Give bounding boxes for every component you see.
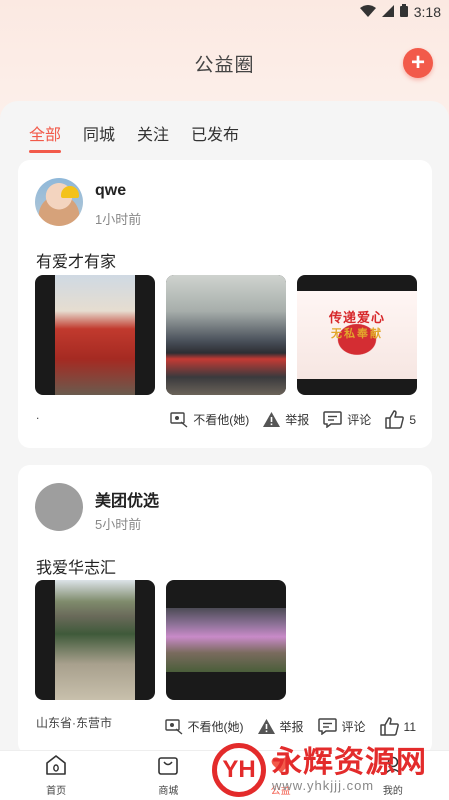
app-header: 公益圈 +: [0, 40, 449, 86]
hide-user-button[interactable]: 不看他(她): [164, 718, 244, 735]
comment-button[interactable]: 评论: [317, 718, 366, 735]
comment-icon: [323, 411, 343, 428]
comment-label: 评论: [347, 413, 372, 427]
avatar[interactable]: [35, 483, 83, 531]
battery-icon: [399, 4, 408, 20]
post-card[interactable]: 美团优选 5小时前 我爱华志汇 山东省·东营市 不看他(她) 举报 评论 11: [18, 465, 432, 755]
nav-label: 商城: [158, 786, 179, 797]
report-button[interactable]: 举报: [263, 411, 309, 428]
post-image[interactable]: [166, 580, 286, 700]
post-username[interactable]: qwe: [95, 182, 126, 200]
post-text: 我爱华志汇: [36, 560, 117, 577]
post-username[interactable]: 美团优选: [95, 487, 159, 511]
hide-label: 不看他(她): [187, 720, 244, 734]
status-time: 3:18: [413, 4, 441, 20]
status-bar: 3:18: [0, 0, 449, 24]
thumbs-up-icon: [385, 410, 405, 429]
nav-item-shop[interactable]: 商城: [123, 754, 213, 797]
report-label: 举报: [285, 413, 310, 427]
bag-icon: [157, 754, 179, 779]
home-icon: [45, 754, 67, 779]
report-label: 举报: [279, 720, 304, 734]
post-image[interactable]: [35, 275, 155, 395]
feed-tabs: 全部 同城 关注 已发布: [29, 121, 239, 153]
watermark: YH 永辉资源网 www.yhkjjj.com: [204, 740, 449, 800]
post-actions: 不看他(她) 举报 评论 5: [170, 410, 416, 429]
warning-icon: [263, 412, 281, 427]
like-button[interactable]: 5: [385, 410, 416, 429]
post-location: 山东省·东营市: [36, 716, 112, 730]
post-time: 5小时前: [95, 517, 142, 532]
post-location: .: [36, 408, 40, 422]
like-count: 11: [403, 719, 416, 734]
comment-label: 评论: [341, 720, 366, 734]
image-caption: 传递爱心: [328, 310, 385, 325]
comment-button[interactable]: 评论: [323, 411, 371, 428]
hide-icon: [164, 718, 183, 735]
wifi-icon: [359, 4, 376, 20]
nav-item-home[interactable]: 首页: [11, 754, 101, 797]
signal-icon: [381, 4, 394, 20]
post-text: 有爱才有家: [36, 254, 117, 271]
watermark-url: www.yhkjjj.com: [272, 778, 375, 794]
post-images: [35, 580, 286, 700]
report-button[interactable]: 举报: [257, 718, 304, 735]
post-images: 传递爱心 无私奉献: [35, 275, 417, 395]
add-post-button[interactable]: +: [403, 48, 433, 78]
like-button[interactable]: 11: [379, 717, 416, 736]
hide-icon: [170, 411, 188, 428]
comment-icon: [317, 718, 337, 735]
hide-label: 不看他(她): [193, 413, 250, 427]
plus-icon: +: [410, 49, 425, 76]
nav-label: 首页: [46, 786, 67, 797]
page-title: 公益圈: [194, 54, 255, 76]
feed-panel: 全部 同城 关注 已发布 qwe 1小时前 有爱才有家 传递爱心 无私奉献 . …: [0, 101, 449, 755]
thumbs-up-icon: [379, 717, 399, 736]
tab-following[interactable]: 关注: [137, 121, 169, 153]
tab-published[interactable]: 已发布: [191, 121, 239, 153]
post-image[interactable]: [166, 275, 286, 395]
hide-user-button[interactable]: 不看他(她): [170, 411, 249, 428]
avatar[interactable]: [35, 178, 83, 226]
like-count: 5: [409, 412, 416, 427]
tab-all[interactable]: 全部: [29, 121, 62, 153]
post-time: 1小时前: [95, 212, 142, 227]
watermark-logo: YH: [212, 743, 266, 797]
post-card[interactable]: qwe 1小时前 有爱才有家 传递爱心 无私奉献 . 不看他(她) 举报 评论 …: [18, 160, 432, 448]
warning-icon: [257, 719, 275, 734]
post-image[interactable]: [35, 580, 155, 700]
tab-same-city[interactable]: 同城: [83, 121, 115, 153]
post-image[interactable]: 传递爱心 无私奉献: [297, 275, 417, 395]
post-actions: 不看他(她) 举报 评论 11: [164, 717, 416, 736]
watermark-title: 永辉资源网: [272, 745, 427, 779]
image-caption: 无私奉献: [331, 328, 383, 340]
